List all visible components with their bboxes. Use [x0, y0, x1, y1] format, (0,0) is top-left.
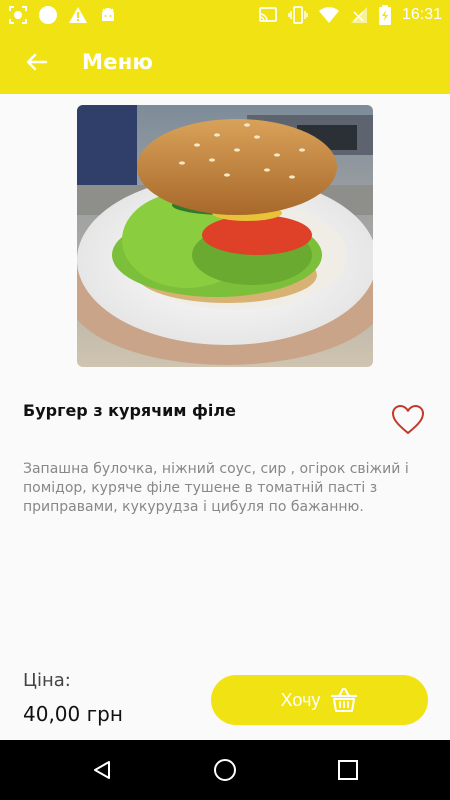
arrow-left-icon: [26, 53, 47, 71]
price-value: 40,00 грн: [23, 702, 123, 726]
burger-photo: [77, 105, 373, 367]
want-button[interactable]: Хочу: [211, 675, 428, 725]
nav-recents-icon: [338, 760, 359, 780]
status-notifications: [8, 5, 118, 25]
favorite-button[interactable]: [391, 404, 425, 436]
want-button-label: Хочу: [280, 689, 321, 710]
basket-icon: [331, 688, 358, 712]
dish-photo: [77, 105, 373, 367]
dish-title: Бургер з курячим філе: [23, 401, 236, 420]
nav-recents-button[interactable]: [328, 750, 368, 790]
dish-description: Запашна булочка, ніжний соус, сир , огір…: [23, 461, 409, 515]
warning-icon: [69, 7, 87, 23]
vibrate-icon: [288, 6, 308, 24]
app-bar: Меню: [0, 30, 450, 94]
page-title: Меню: [82, 50, 154, 74]
battery-charging-icon: [378, 5, 391, 25]
nav-home-icon: [213, 759, 236, 781]
status-time: 16:31: [401, 6, 442, 23]
screenshot-icon: [9, 6, 27, 24]
nav-home-button[interactable]: [205, 750, 245, 790]
record-icon: [39, 6, 57, 24]
cast-icon: [259, 7, 277, 22]
signal-icon: [350, 7, 367, 23]
navigation-bar: [0, 740, 450, 800]
nav-back-icon: [93, 761, 110, 779]
wifi-icon: [318, 7, 339, 23]
status-bar: 16:31: [0, 0, 450, 30]
price-label: Ціна:: [23, 670, 71, 691]
nav-back-button[interactable]: [82, 750, 122, 790]
android-icon: [102, 8, 114, 21]
status-system: 16:31: [258, 5, 442, 25]
back-button[interactable]: [4, 30, 68, 94]
heart-outline-icon: [392, 405, 424, 434]
